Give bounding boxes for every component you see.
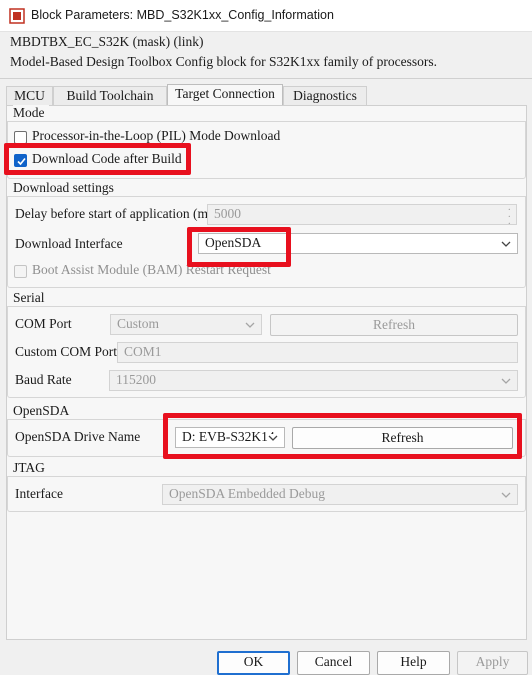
tab-target-connection-label: Target Connection	[175, 86, 275, 101]
baud-rate-value: 115200	[116, 372, 156, 387]
tab-mcu-label: MCU	[14, 88, 45, 103]
download-code-checkbox[interactable]	[14, 154, 27, 167]
help-button[interactable]: Help	[377, 651, 450, 675]
com-port-label: COM Port	[15, 316, 72, 331]
tab-target-connection[interactable]: Target Connection	[167, 84, 283, 107]
tab-build-toolchain[interactable]: Build Toolchain	[53, 86, 167, 106]
cancel-button[interactable]: Cancel	[297, 651, 370, 675]
chevron-down-icon	[501, 241, 511, 247]
tab-build-toolchain-label: Build Toolchain	[66, 88, 154, 103]
opensda-refresh-button[interactable]: Refresh	[292, 427, 513, 449]
block-description: Model-Based Design Toolbox Config block …	[10, 54, 438, 69]
download-settings-title: Download settings	[13, 180, 118, 196]
window-title: Block Parameters: MBD_S32K1xx_Config_Inf…	[31, 8, 334, 22]
custom-com-port-value: COM1	[124, 344, 162, 359]
spinner-icon: · · ·	[507, 205, 511, 225]
jtag-group-title: JTAG	[13, 460, 49, 476]
apply-button[interactable]: Apply	[457, 651, 528, 675]
pil-mode-checkbox[interactable]	[14, 131, 27, 144]
custom-com-port-input[interactable]: COM1	[117, 342, 518, 363]
delay-input[interactable]: 5000 · · ·	[207, 204, 517, 225]
baud-rate-label: Baud Rate	[15, 372, 72, 387]
com-port-select[interactable]: Custom	[110, 314, 262, 335]
tab-diagnostics[interactable]: Diagnostics	[283, 86, 367, 106]
tab-mcu[interactable]: MCU	[6, 86, 53, 106]
opensda-group-title: OpenSDA	[13, 403, 74, 419]
opensda-drive-value: D: EVB-S32K14	[182, 429, 275, 444]
chevron-down-icon	[501, 378, 511, 384]
chevron-down-icon	[501, 492, 511, 498]
mask-type-label: MBDTBX_EC_S32K (mask) (link)	[10, 34, 204, 49]
mode-group-title: Mode	[13, 105, 49, 121]
serial-refresh-button[interactable]: Refresh	[270, 314, 518, 336]
jtag-interface-label: Interface	[15, 486, 63, 501]
chevron-down-icon	[245, 322, 255, 328]
chevron-down-icon	[268, 434, 278, 442]
opensda-drive-label: OpenSDA Drive Name	[15, 429, 141, 444]
download-interface-label: Download Interface	[15, 236, 123, 251]
pil-mode-label: Processor-in-the-Loop (PIL) Mode Downloa…	[32, 128, 281, 143]
title-bar: Block Parameters: MBD_S32K1xx_Config_Inf…	[0, 0, 532, 32]
jtag-interface-value: OpenSDA Embedded Debug	[169, 486, 325, 501]
download-interface-select[interactable]: OpenSDA	[198, 233, 518, 254]
header-divider	[0, 78, 532, 79]
tab-diagnostics-label: Diagnostics	[293, 88, 357, 103]
delay-value: 5000	[214, 206, 241, 221]
check-icon	[17, 157, 26, 166]
download-interface-value: OpenSDA	[205, 235, 262, 250]
opensda-drive-select[interactable]: D: EVB-S32K14	[175, 427, 285, 448]
custom-com-port-label: Custom COM Port	[15, 344, 118, 359]
bam-restart-checkbox[interactable]	[14, 265, 27, 278]
bam-restart-label: Boot Assist Module (BAM) Restart Request	[32, 262, 271, 277]
serial-group-title: Serial	[13, 290, 49, 306]
jtag-interface-select[interactable]: OpenSDA Embedded Debug	[162, 484, 518, 505]
simulink-block-icon	[9, 8, 25, 24]
com-port-value: Custom	[117, 316, 160, 331]
baud-rate-select[interactable]: 115200	[109, 370, 518, 391]
ok-button[interactable]: OK	[217, 651, 290, 675]
delay-label: Delay before start of application (ms)	[15, 206, 218, 221]
download-code-label: Download Code after Build	[32, 151, 182, 166]
